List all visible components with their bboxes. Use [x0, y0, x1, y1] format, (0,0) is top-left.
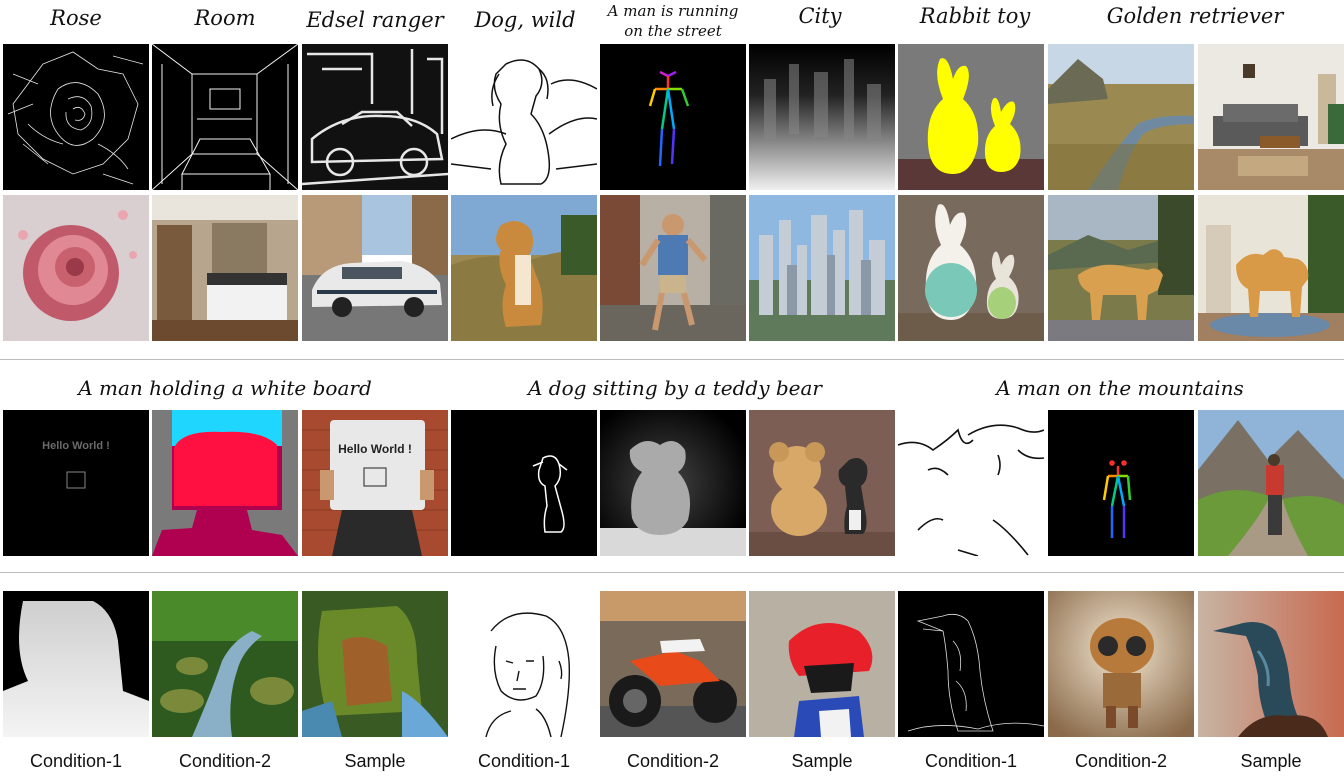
- tile-edsel-sample: [302, 195, 448, 341]
- tile-running-sample: [600, 195, 746, 341]
- caption-man-running-line2: on the street: [624, 22, 722, 40]
- caption-room: Room: [194, 6, 256, 30]
- board-text-condition: Hello World !: [42, 440, 110, 452]
- tile-bird-sample: [1198, 591, 1344, 737]
- tile-helmet-sample: [749, 591, 895, 737]
- tile-dog-teddy-sample: [749, 410, 895, 556]
- tile-board-seg-cond: [152, 410, 298, 556]
- caption-dog-wild: Dog, wild: [474, 8, 576, 32]
- label-condition-1-c: Condition-1: [924, 751, 1018, 771]
- tile-rose-sample: [3, 195, 149, 341]
- tile-rabbit-seg: [898, 44, 1044, 190]
- caption-edsel-ranger: Edsel ranger: [306, 8, 444, 32]
- label-condition-2-c: Condition-2: [1074, 751, 1168, 771]
- tile-motorcycle: [600, 591, 746, 737]
- label-condition-1-a: Condition-1: [29, 751, 123, 771]
- tile-mountain-pose: [1048, 410, 1194, 556]
- tile-room-sample: [152, 195, 298, 341]
- caption-dog-teddy-bear: A dog sitting by a teddy bear: [528, 376, 822, 400]
- tile-dog-sketch: [451, 44, 597, 190]
- tile-city-depth: [749, 44, 895, 190]
- caption-city: City: [798, 4, 842, 28]
- tile-board-sample: Hello World !: [302, 410, 448, 556]
- tile-mountain-sketch: [898, 410, 1044, 556]
- label-sample-c: Sample: [1240, 751, 1302, 771]
- label-condition-2-b: Condition-2: [626, 751, 720, 771]
- tile-retriever-sample-1: [1048, 195, 1194, 341]
- label-condition-2-a: Condition-2: [178, 751, 272, 771]
- tile-running-pose: [600, 44, 746, 190]
- tile-edsel-edges: [302, 44, 448, 190]
- caption-man-white-board: A man holding a white board: [78, 376, 372, 400]
- tile-forest-depth: [3, 591, 149, 737]
- caption-rose: Rose: [50, 6, 102, 30]
- divider-1: [0, 359, 1344, 360]
- caption-rabbit-toy: Rabbit toy: [919, 4, 1031, 28]
- tile-dog-sample: [451, 195, 597, 341]
- tile-mountain-sample: [1198, 410, 1344, 556]
- tile-board-text-cond: Hello World !: [3, 410, 149, 556]
- tile-forest-stream: [152, 591, 298, 737]
- tile-retriever-sample-2: [1198, 195, 1344, 341]
- tile-rose-canny: [3, 44, 149, 190]
- tile-dog-teddy-edge: [451, 410, 597, 556]
- tile-dog-teddy-depth: [600, 410, 746, 556]
- board-text-sample: Hello World !: [338, 442, 412, 456]
- tile-room-lines: [152, 44, 298, 190]
- tile-retriever-room: [1198, 44, 1344, 190]
- tile-city-sample: [749, 195, 895, 341]
- tile-girl-sketch: [451, 591, 597, 737]
- tile-robot: [1048, 591, 1194, 737]
- tile-forest-sample: [302, 591, 448, 737]
- divider-2: [0, 572, 1344, 573]
- label-sample-b: Sample: [791, 751, 853, 771]
- label-condition-1-b: Condition-1: [477, 751, 571, 771]
- tile-retriever-landscape: [1048, 44, 1194, 190]
- caption-man-mountains: A man on the mountains: [996, 376, 1244, 400]
- caption-man-running-line1: A man is running: [607, 2, 739, 20]
- caption-golden-retriever: Golden retriever: [1106, 4, 1284, 28]
- label-sample-a: Sample: [344, 751, 406, 771]
- tile-bird-canny: [898, 591, 1044, 737]
- tile-rabbit-sample: [898, 195, 1044, 341]
